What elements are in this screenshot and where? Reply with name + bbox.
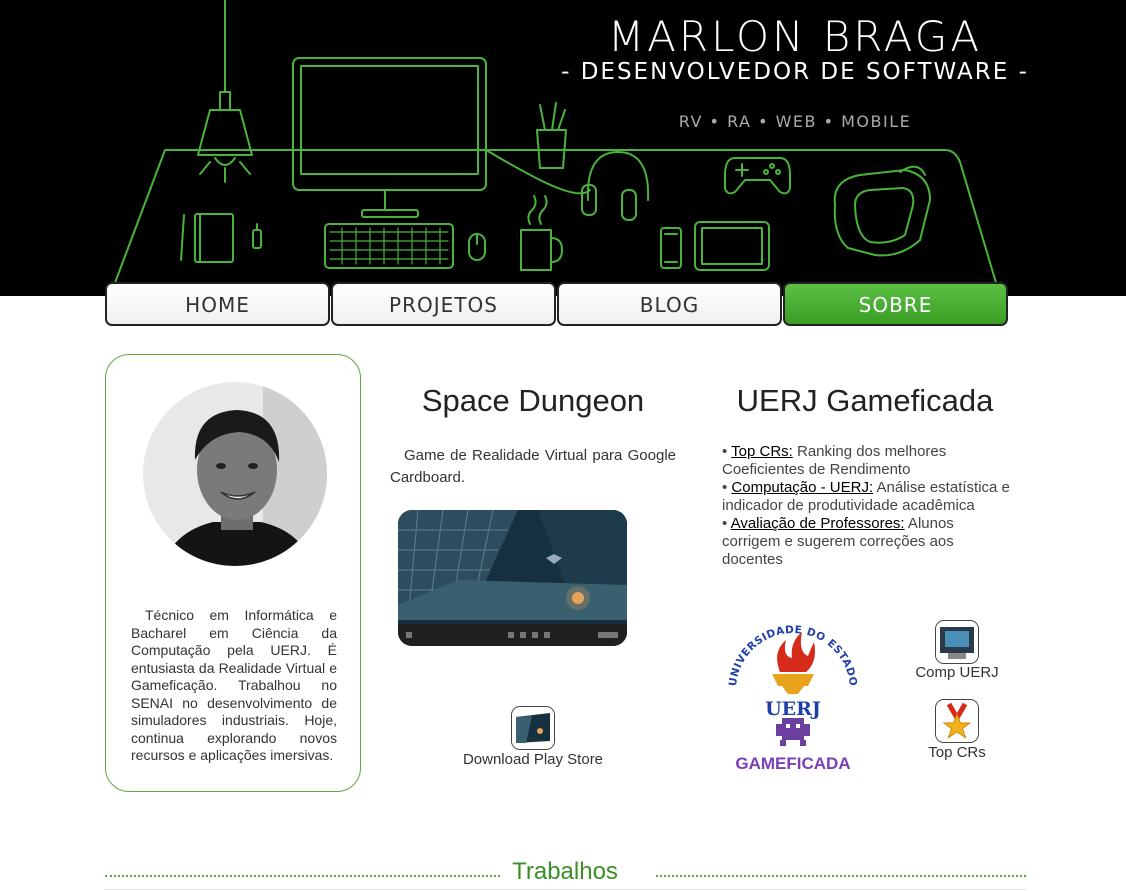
section-divider-right [656,875,1026,877]
download-play-store-link[interactable]: Download Play Store [440,751,626,768]
site-subtitle: - DESENVOLVEDOR DE SOFTWARE - [561,59,1029,85]
play-store-app-icon[interactable] [511,706,555,750]
section-title-trabalhos: Trabalhos [512,858,618,885]
uerj-gameficada-logo: UNIVERSIDADE DO ESTADO DO RIO DE JANEIRO… [715,603,866,774]
site-name: MARLON BRAGA [607,12,983,61]
project-description: Game de Realidade Virtual para Google Ca… [390,447,676,486]
top-crs-link[interactable]: Top CRs: [731,443,793,460]
comp-uerj-app-icon[interactable] [935,620,979,664]
computacao-uerj-link[interactable]: Computação - UERJ: [731,479,873,496]
site-tags: RV • RA • WEB • MOBILE [678,112,912,131]
project-title-uerj-gameficada: UERJ Gameficada [736,383,994,418]
avatar [143,382,327,566]
top-crs-app-link[interactable]: Top CRs [900,744,1014,761]
list-item: • Top CRs: Ranking dos melhores Coeficie… [722,443,947,478]
section-divider-left [105,875,500,877]
nav-home-button[interactable]: HOME [105,282,330,326]
game-screenshot[interactable] [398,510,627,646]
project-title-space-dungeon: Space Dungeon [421,383,645,418]
nav-projetos-button[interactable]: PROJETOS [331,282,556,326]
footer-rule [105,889,1026,890]
avaliacao-professores-link[interactable]: Avaliação de Professores: [731,515,905,532]
uerj-feature-list: • Top CRs: Ranking dos melhores Coeficie… [722,443,1012,569]
nav-blog-button[interactable]: BLOG [557,282,782,326]
logo-gameficada-text: GAMEFICADA [735,754,850,773]
top-crs-app-icon[interactable] [935,699,979,743]
list-item: • Avaliação de Professores: Alunos corri… [722,515,954,568]
profile-card: Técnico em Informática e Bacharel em Ciê… [105,354,361,792]
comp-uerj-link[interactable]: Comp UERJ [900,664,1014,681]
profile-bio: Técnico em Informática e Bacharel em Ciê… [131,607,337,763]
list-item: • Computação - UERJ: Análise estatística… [722,479,1010,514]
nav-sobre-button[interactable]: SOBRE [783,282,1008,326]
header-banner: MARLON BRAGA - DESENVOLVEDOR DE SOFTWARE… [0,0,1126,296]
logo-uerj-text: UERJ [765,698,821,720]
main-nav: HOME PROJETOS BLOG SOBRE [105,282,1009,326]
